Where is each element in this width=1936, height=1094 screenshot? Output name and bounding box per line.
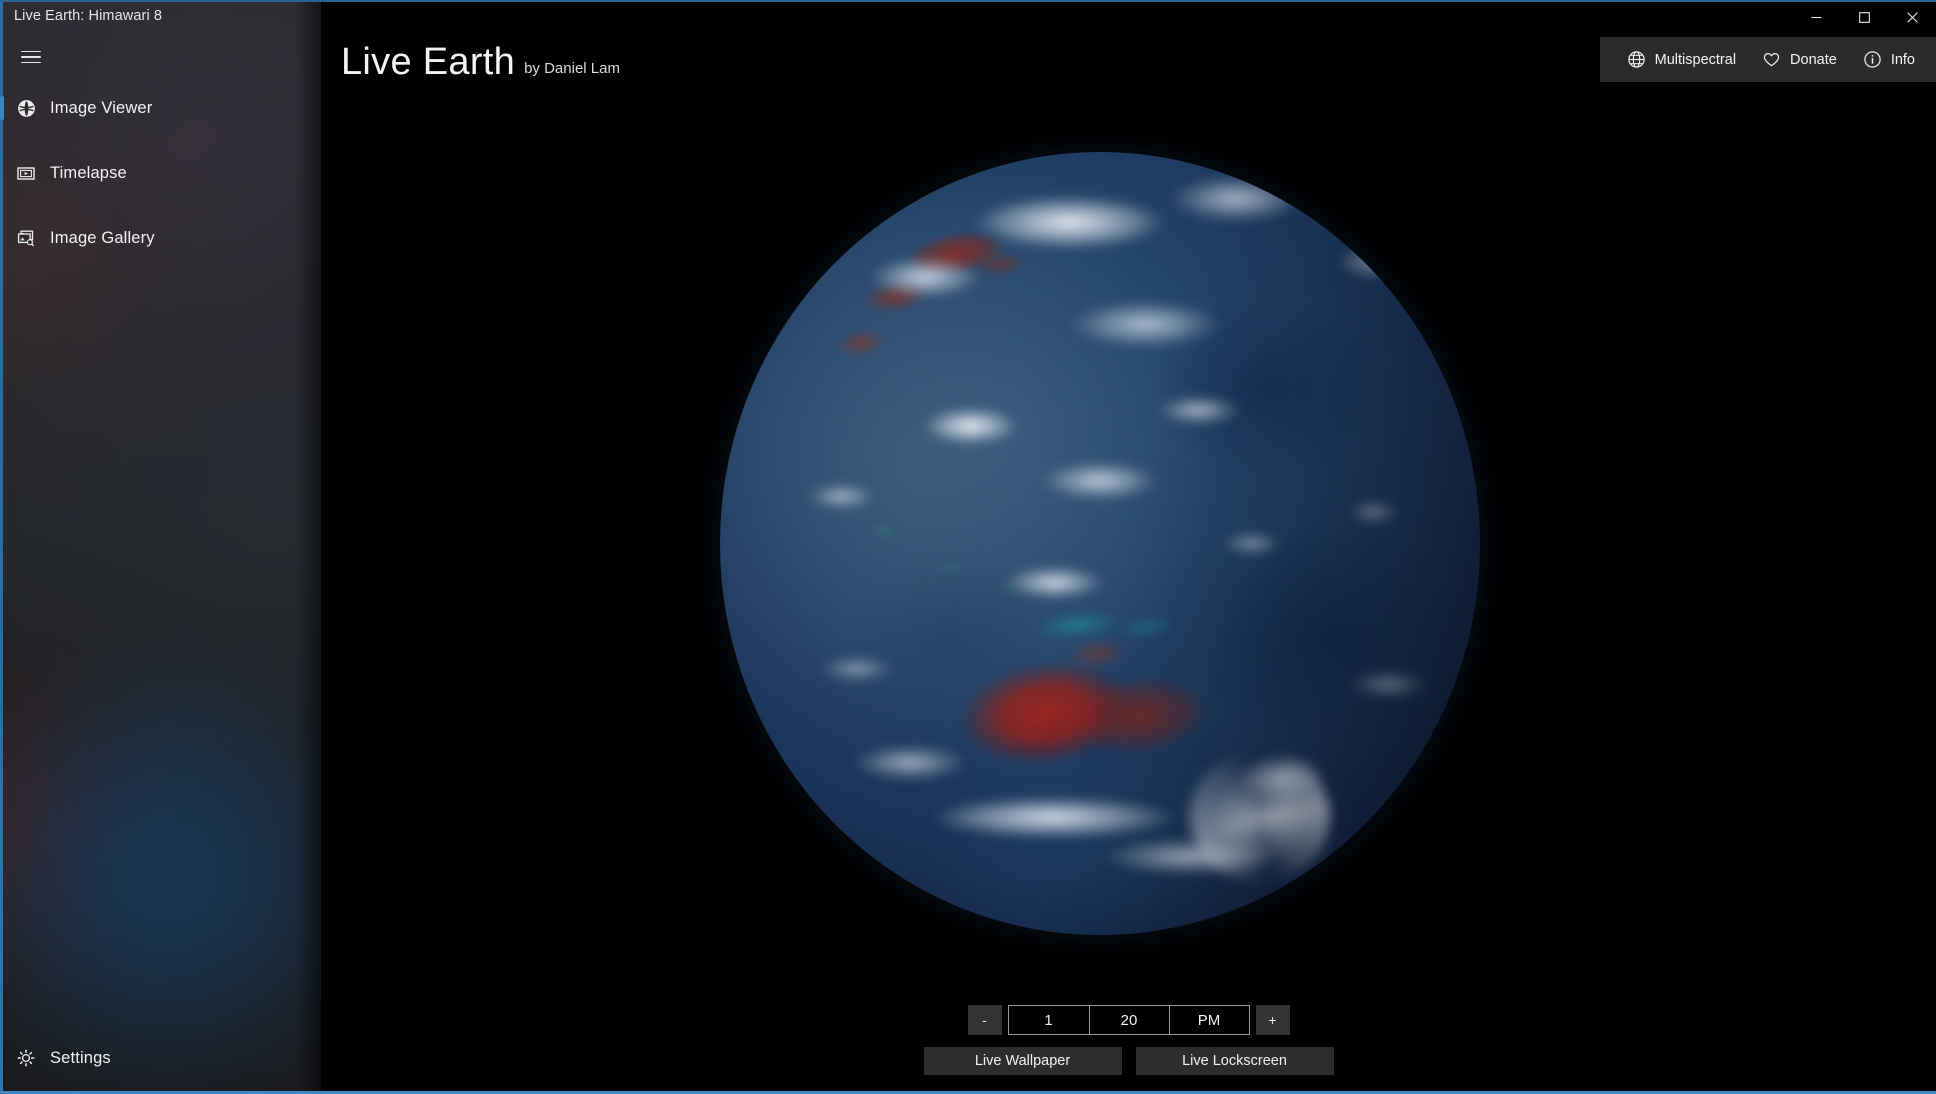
maximize-icon	[1859, 12, 1870, 23]
earth-clouds-tropics	[720, 152, 1480, 935]
navigation-sidebar: Image Viewer Timelapse	[0, 0, 321, 1094]
sidebar-nav-bottom: Settings	[0, 1038, 321, 1078]
hamburger-icon	[21, 51, 41, 64]
sidebar-item-timelapse[interactable]: Timelapse	[0, 153, 321, 193]
title-bar[interactable]: Live Earth: Himawari 8	[0, 0, 1936, 33]
heart-icon	[1762, 50, 1781, 69]
time-picker: - 1 20 PM +	[968, 1005, 1290, 1035]
donate-label: Donate	[1790, 52, 1837, 68]
nav-gap-2	[0, 193, 321, 218]
sidebar-nav-list: Image Viewer Timelapse	[0, 88, 321, 258]
command-bar: Multispectral Donate Inf	[1600, 37, 1936, 82]
nav-gap-1	[0, 128, 321, 153]
time-increment-button[interactable]: +	[1256, 1005, 1290, 1035]
sidebar-item-image-viewer[interactable]: Image Viewer	[0, 88, 321, 128]
sidebar-item-label: Settings	[50, 1049, 111, 1068]
sidebar-item-label: Image Viewer	[50, 99, 152, 118]
sidebar-edge-shadow	[295, 0, 321, 1094]
earth-shading-layer	[720, 152, 1480, 935]
earth-image-viewer[interactable]	[720, 152, 1480, 935]
time-decrement-button[interactable]: -	[968, 1005, 1002, 1035]
window-title: Live Earth: Himawari 8	[14, 8, 162, 24]
page-byline: by Daniel Lam	[524, 60, 620, 77]
globe-icon	[2, 88, 50, 128]
window-top-accent-line	[0, 0, 1936, 2]
image-stack-search-icon	[2, 218, 50, 258]
minimize-icon	[1811, 12, 1822, 23]
menu-toggle-button[interactable]	[7, 37, 55, 77]
main-content: Live Earth by Daniel Lam Multispectral	[321, 33, 1936, 1094]
info-label: Info	[1891, 52, 1915, 68]
close-icon	[1907, 12, 1918, 23]
video-frame-icon	[2, 153, 50, 193]
multispectral-label: Multispectral	[1655, 52, 1736, 68]
info-circle-icon	[1863, 50, 1882, 69]
earth-islands-layer	[840, 492, 1050, 622]
earth-cyclone-south	[1190, 752, 1330, 882]
live-actions-row: Live Wallpaper Live Lockscreen	[924, 1047, 1334, 1075]
earth-clouds-south	[720, 152, 1480, 935]
gear-icon	[2, 1038, 50, 1078]
earth-shallow-shelf	[1016, 573, 1193, 670]
live-lockscreen-button[interactable]: Live Lockscreen	[1136, 1047, 1334, 1075]
info-button[interactable]: Info	[1850, 37, 1928, 82]
page-title: Live Earth by Daniel Lam	[341, 43, 620, 81]
minimize-button[interactable]	[1792, 1, 1840, 33]
sidebar-item-image-gallery[interactable]: Image Gallery	[0, 218, 321, 258]
earth-disc	[720, 152, 1480, 935]
time-meridiem-field[interactable]: PM	[1169, 1006, 1249, 1034]
maximize-button[interactable]	[1840, 1, 1888, 33]
earth-landmass-australia	[920, 605, 1229, 814]
close-button[interactable]	[1888, 1, 1936, 33]
donate-button[interactable]: Donate	[1749, 37, 1850, 82]
time-value-group: 1 20 PM	[1008, 1005, 1250, 1035]
sidebar-item-label: Image Gallery	[50, 229, 155, 248]
sidebar-item-label: Timelapse	[50, 164, 127, 183]
window-controls	[1792, 1, 1936, 33]
time-minute-field[interactable]: 20	[1089, 1006, 1169, 1034]
multispectral-button[interactable]: Multispectral	[1614, 37, 1749, 82]
time-hour-field[interactable]: 1	[1009, 1006, 1089, 1034]
earth-clouds-north	[720, 152, 1480, 935]
page-title-text: Live Earth	[341, 43, 515, 81]
app-window: Live Earth by Daniel Lam Multispectral	[0, 0, 1936, 1094]
globe-icon	[1627, 50, 1646, 69]
selection-indicator	[0, 96, 4, 120]
sidebar-item-settings[interactable]: Settings	[0, 1038, 321, 1078]
live-wallpaper-button[interactable]: Live Wallpaper	[924, 1047, 1122, 1075]
earth-oceans-layer	[720, 152, 1480, 935]
